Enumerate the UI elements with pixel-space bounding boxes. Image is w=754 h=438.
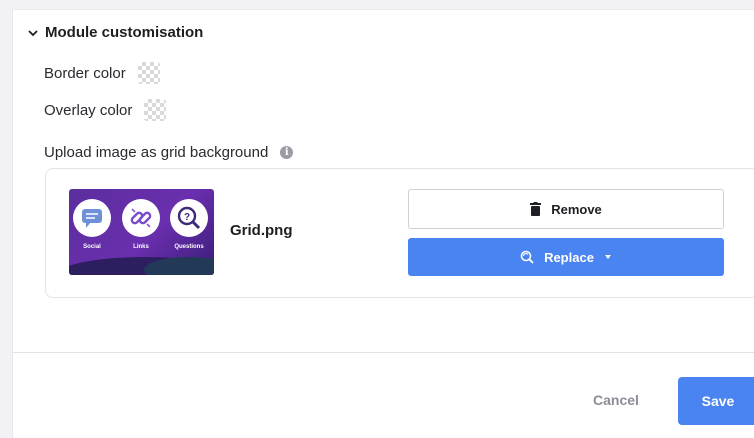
section-title: Module customisation [45, 24, 204, 41]
upload-label: Upload image as grid background [44, 144, 269, 161]
save-button[interactable]: Save [678, 377, 754, 425]
section-toggle[interactable]: Module customisation [27, 24, 203, 41]
thumbnail-label-questions: Questions [174, 244, 204, 250]
replace-label: Replace [544, 249, 594, 265]
replace-search-icon [520, 250, 534, 264]
file-name: Grid.png [230, 222, 293, 239]
upload-row: Upload image as grid background i [44, 144, 294, 161]
overlay-color-label: Overlay color [44, 101, 133, 119]
remove-label: Remove [551, 201, 602, 217]
overlay-color-swatch[interactable] [144, 99, 167, 121]
thumbnail-label-social: Social [83, 244, 101, 250]
overlay-color-row: Overlay color [44, 99, 167, 121]
chat-bubble-icon [73, 199, 111, 237]
replace-button[interactable]: Replace [408, 238, 724, 276]
caret-down-icon [604, 255, 611, 259]
border-color-label: Border color [44, 64, 126, 82]
chevron-down-icon [28, 29, 38, 36]
remove-button[interactable]: Remove [408, 189, 724, 229]
image-thumbnail: Social Links ? Questions [69, 189, 214, 275]
question-icon: ? [170, 199, 208, 237]
customisation-panel: Module customisation Border color Overla… [12, 9, 754, 438]
info-icon[interactable]: i [280, 146, 294, 159]
cancel-button[interactable]: Cancel [593, 392, 639, 408]
border-color-row: Border color [44, 62, 160, 84]
footer-divider [13, 352, 754, 353]
border-color-swatch[interactable] [137, 62, 160, 84]
svg-text:?: ? [184, 212, 190, 223]
links-icon [122, 199, 160, 237]
upload-box: Social Links ? Questions Grid.png Remove… [45, 168, 754, 298]
thumbnail-label-links: Links [133, 244, 149, 250]
trash-icon [530, 202, 542, 216]
